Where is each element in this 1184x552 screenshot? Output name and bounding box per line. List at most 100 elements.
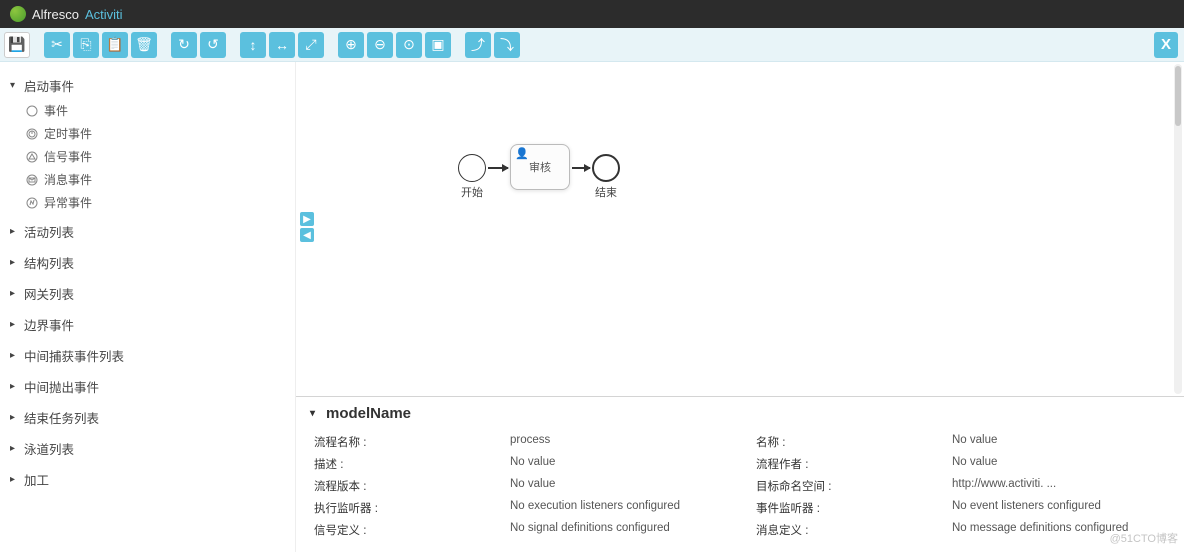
undo-icon[interactable]: ↺ bbox=[200, 32, 226, 58]
main-area: ▾启动事件事件定时事件信号事件消息事件异常事件▸活动列表▸结构列表▸网关列表▸边… bbox=[0, 62, 1184, 552]
save-icon[interactable]: 💾 bbox=[4, 32, 30, 58]
palette-item[interactable]: 信号事件 bbox=[26, 145, 287, 168]
palette-group-header[interactable]: ▸泳道列表 bbox=[8, 435, 287, 462]
palette-group-header[interactable]: ▸中间捕获事件列表 bbox=[8, 342, 287, 369]
palette-group-label: 结构列表 bbox=[24, 253, 74, 272]
end-event-label: 结束 bbox=[586, 184, 626, 200]
bend-add-icon[interactable]: ⤴ bbox=[465, 32, 491, 58]
palette-item-label: 信号事件 bbox=[44, 148, 92, 165]
palette-group-label: 活动列表 bbox=[24, 222, 74, 241]
palette-group: ▸ 中间抛出事件 bbox=[8, 373, 287, 400]
error-icon bbox=[26, 197, 38, 209]
brand-logo: Alfresco Activiti bbox=[10, 6, 123, 22]
palette-group: ▸泳道列表 bbox=[8, 435, 287, 462]
palette-group-header[interactable]: ▾启动事件 bbox=[8, 72, 287, 99]
user-task-label: 审核 bbox=[529, 159, 551, 175]
property-value: No message definitions configured bbox=[952, 522, 1128, 538]
palette-group-header[interactable]: ▸ 中间抛出事件 bbox=[8, 373, 287, 400]
zoom-out-icon[interactable]: ⊖ bbox=[367, 32, 393, 58]
zoom-reset-icon[interactable]: ⊙ bbox=[396, 32, 422, 58]
align-v-icon[interactable]: ↕ bbox=[240, 32, 266, 58]
palette-group-header[interactable]: ▸边界事件 bbox=[8, 311, 287, 338]
chevron-right-icon: ▸ bbox=[10, 381, 20, 392]
property-label: 名称 bbox=[752, 434, 952, 450]
palette-group: ▸ 加工 bbox=[8, 466, 287, 493]
property-label: 消息定义 bbox=[752, 522, 952, 538]
canvas-prev-icon[interactable]: ◀ bbox=[300, 228, 314, 242]
property-row[interactable]: 目标命名空间http://www.activiti. ... bbox=[752, 475, 1170, 497]
user-task-node[interactable]: 👤 审核 bbox=[510, 144, 570, 190]
properties-header[interactable]: ▾ modelName bbox=[310, 405, 1170, 422]
property-row[interactable]: 信号定义No signal definitions configured bbox=[310, 519, 728, 541]
property-value: No value bbox=[952, 456, 997, 472]
cut-icon[interactable]: ✂ bbox=[44, 32, 70, 58]
palette-item[interactable]: 事件 bbox=[26, 99, 287, 122]
property-label: 信号定义 bbox=[310, 522, 510, 538]
property-value: No value bbox=[510, 456, 555, 472]
property-row[interactable]: 消息定义No message definitions configured bbox=[752, 519, 1170, 541]
chevron-right-icon: ▸ bbox=[10, 443, 20, 454]
property-row[interactable]: 流程版本No value bbox=[310, 475, 728, 497]
redo-icon[interactable]: ↻ bbox=[171, 32, 197, 58]
copy-icon[interactable]: ⎘ bbox=[73, 32, 99, 58]
brand-name-1: Alfresco bbox=[32, 7, 79, 22]
chevron-down-icon: ▾ bbox=[10, 80, 20, 91]
canvas-next-icon[interactable]: ▶ bbox=[300, 212, 314, 226]
start-event-label: 开始 bbox=[452, 184, 492, 200]
signal-icon bbox=[26, 151, 38, 163]
start-event-node[interactable] bbox=[458, 154, 486, 182]
zoom-fit-icon[interactable]: ▣ bbox=[425, 32, 451, 58]
property-row[interactable]: 描述No value bbox=[310, 453, 728, 475]
chevron-right-icon: ▸ bbox=[10, 474, 20, 485]
property-row[interactable]: 名称No value bbox=[752, 431, 1170, 453]
close-button[interactable]: X bbox=[1154, 32, 1178, 58]
properties-title: modelName bbox=[326, 405, 411, 422]
canvas-scrollbar[interactable] bbox=[1174, 64, 1182, 394]
property-label: 事件监听器 bbox=[752, 500, 952, 516]
property-row[interactable]: 流程名称process bbox=[310, 431, 728, 453]
properties-panel: ▾ modelName 流程名称process描述No value流程版本No … bbox=[296, 396, 1184, 552]
alfresco-ball-icon bbox=[10, 6, 26, 22]
property-row[interactable]: 流程作者No value bbox=[752, 453, 1170, 475]
property-value: No signal definitions configured bbox=[510, 522, 670, 538]
circle-icon bbox=[26, 105, 38, 117]
property-value: No value bbox=[952, 434, 997, 450]
paste-icon[interactable]: 📋 bbox=[102, 32, 128, 58]
sequence-flow-2[interactable] bbox=[572, 167, 590, 169]
samesize-icon[interactable]: ⤢ bbox=[298, 32, 324, 58]
sequence-flow-1[interactable] bbox=[488, 167, 508, 169]
property-row[interactable]: 执行监听器No execution listeners configured bbox=[310, 497, 728, 519]
delete-icon[interactable]: 🗑 bbox=[131, 32, 157, 58]
palette-group-header[interactable]: ▸结束任务列表 bbox=[8, 404, 287, 431]
zoom-in-icon[interactable]: ⊕ bbox=[338, 32, 364, 58]
property-value: process bbox=[510, 434, 550, 450]
palette-item[interactable]: 异常事件 bbox=[26, 191, 287, 214]
message-icon bbox=[26, 174, 38, 186]
timer-icon bbox=[26, 128, 38, 140]
chevron-right-icon: ▸ bbox=[10, 319, 20, 330]
end-event-node[interactable] bbox=[592, 154, 620, 182]
palette-item[interactable]: 定时事件 bbox=[26, 122, 287, 145]
palette-group-label: 中间抛出事件 bbox=[24, 377, 99, 396]
user-task-icon: 👤 bbox=[515, 147, 529, 160]
palette-group-label: 加工 bbox=[24, 470, 49, 489]
canvas-area: ▶ ◀ 开始 👤 审核 结束 ▾ modelName bbox=[296, 62, 1184, 552]
shape-palette: ▾启动事件事件定时事件信号事件消息事件异常事件▸活动列表▸结构列表▸网关列表▸边… bbox=[0, 62, 296, 552]
palette-group-header[interactable]: ▸活动列表 bbox=[8, 218, 287, 245]
palette-group: ▸结束任务列表 bbox=[8, 404, 287, 431]
palette-group: ▸中间捕获事件列表 bbox=[8, 342, 287, 369]
property-label: 目标命名空间 bbox=[752, 478, 952, 494]
palette-group: ▾启动事件事件定时事件信号事件消息事件异常事件 bbox=[8, 72, 287, 214]
properties-column-right: 名称No value流程作者No value目标命名空间http://www.a… bbox=[752, 431, 1170, 541]
palette-item[interactable]: 消息事件 bbox=[26, 168, 287, 191]
canvas-scroll-thumb[interactable] bbox=[1175, 66, 1181, 126]
property-value: No value bbox=[510, 478, 555, 494]
canvas[interactable]: ▶ ◀ 开始 👤 审核 结束 bbox=[296, 62, 1184, 396]
bend-remove-icon[interactable]: ⤵ bbox=[494, 32, 520, 58]
property-row[interactable]: 事件监听器No event listeners configured bbox=[752, 497, 1170, 519]
palette-group-header[interactable]: ▸ 加工 bbox=[8, 466, 287, 493]
align-h-icon[interactable]: ↔ bbox=[269, 32, 295, 58]
palette-group-header[interactable]: ▸结构列表 bbox=[8, 249, 287, 276]
property-value: No execution listeners configured bbox=[510, 500, 680, 516]
palette-group-header[interactable]: ▸网关列表 bbox=[8, 280, 287, 307]
